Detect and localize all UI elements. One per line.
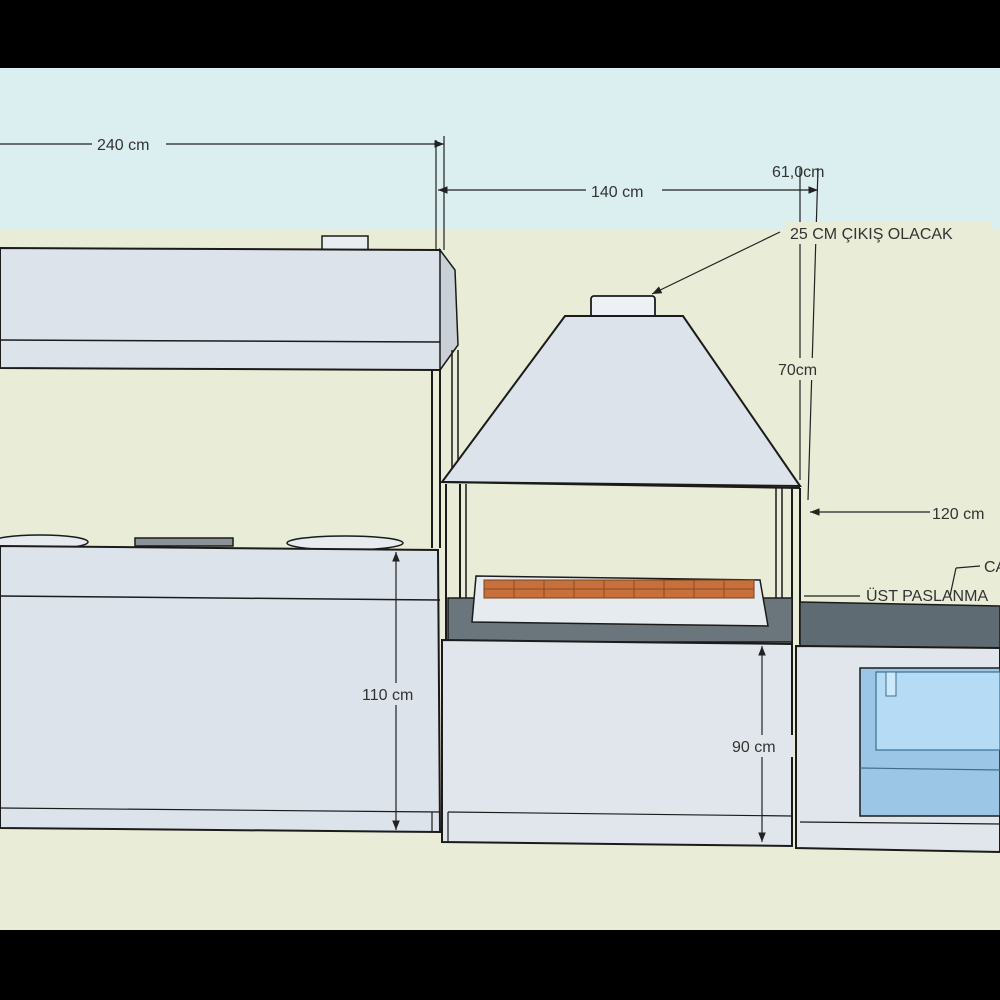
- chimney-note: 25 CM ÇIKIŞ OLACAK: [790, 226, 953, 243]
- grill-firebox: [447, 575, 793, 643]
- dim-grill-width: 140 cm: [591, 184, 643, 201]
- dim-hood-height: 70cm: [778, 362, 817, 379]
- bottom-black-bar: [0, 930, 1000, 1000]
- dim-sink-width: 120 cm: [932, 506, 984, 523]
- dim-grill-height: 90 cm: [732, 739, 776, 756]
- dim-stove-height: 110 cm: [362, 687, 413, 704]
- dim-gap: 61,0cm: [772, 164, 824, 181]
- counter-note-2: ÜST PASLANMA: [866, 587, 988, 605]
- counter-note-1: CA: [984, 559, 1000, 576]
- sink-counter: [795, 601, 1000, 854]
- top-black-bar: [0, 0, 1000, 68]
- dim-hood-width: 240 cm: [97, 137, 149, 154]
- bbq-kitchen-diagram: 240 cm 140 cm 61,0cm 25 CM ÇIKIŞ OLACAK …: [0, 0, 1000, 1000]
